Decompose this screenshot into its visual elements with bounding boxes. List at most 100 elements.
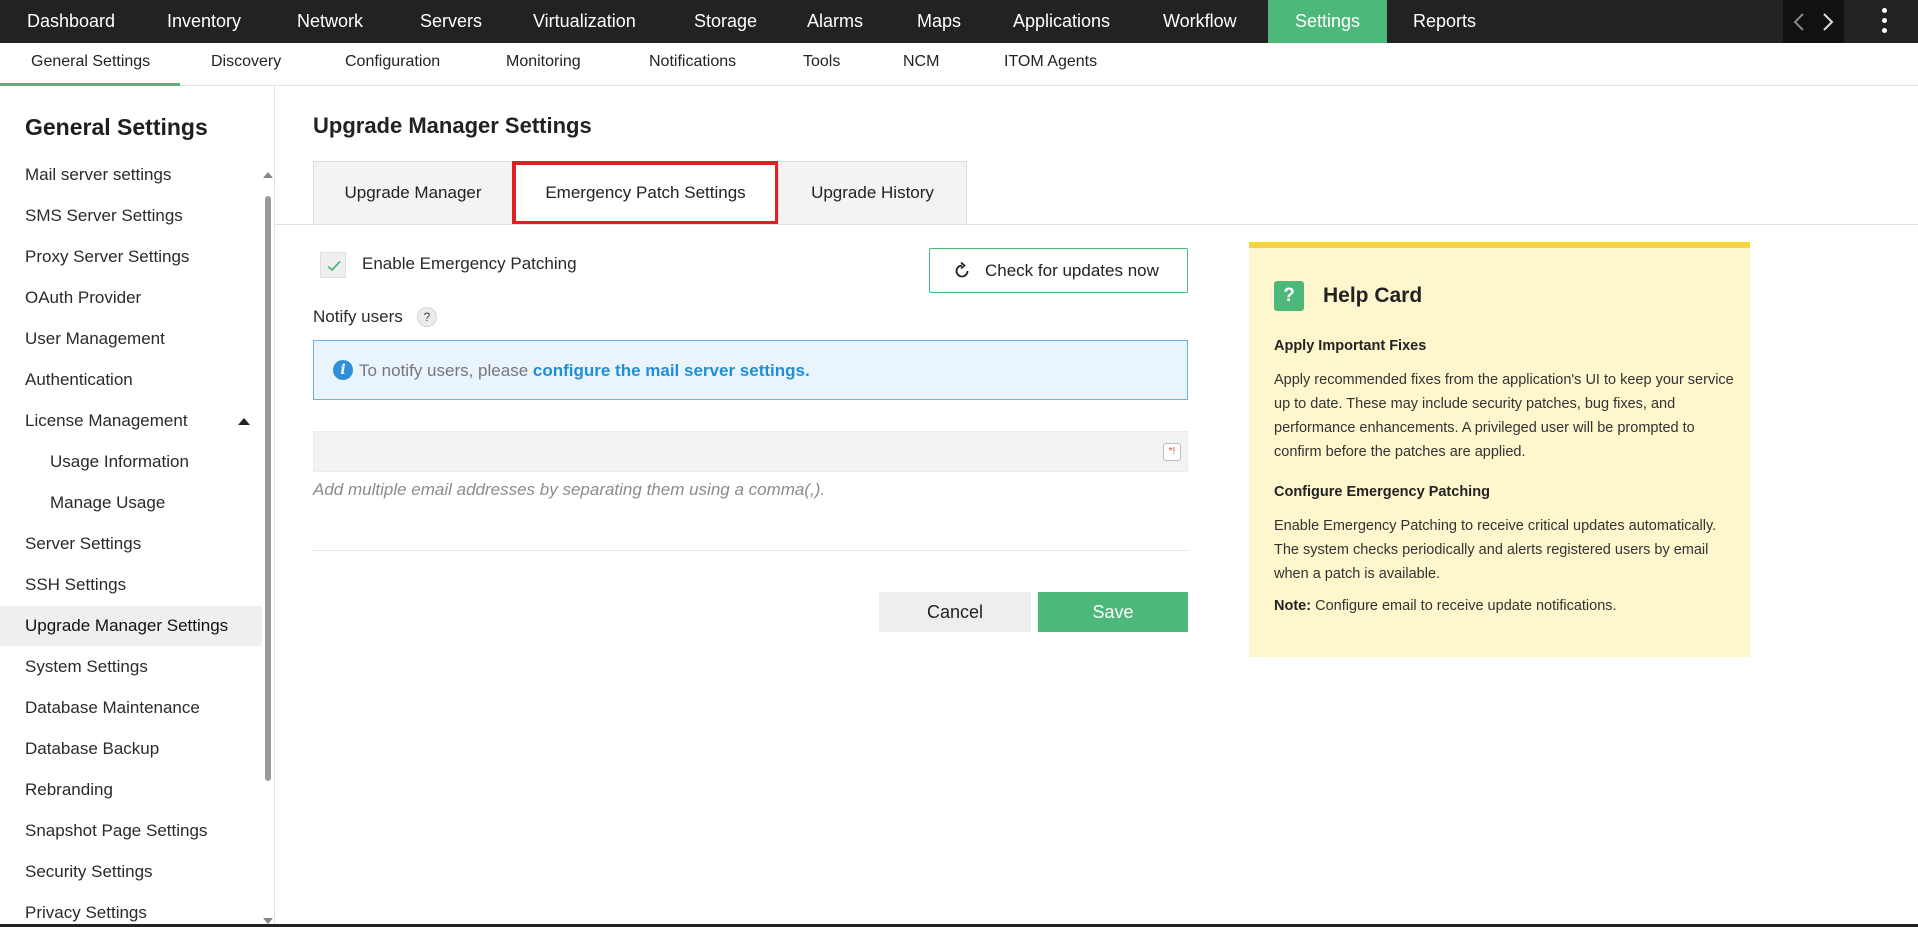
sidebar-item-oauth-provider[interactable]: OAuth Provider — [0, 278, 262, 318]
sidebar-item-label: User Management — [25, 329, 165, 348]
check-for-updates-label: Check for updates now — [985, 261, 1159, 280]
sidebar-title: General Settings — [25, 114, 208, 140]
nav-servers[interactable]: Servers — [420, 0, 482, 43]
sidebar-item-database-maintenance[interactable]: Database Maintenance — [0, 688, 262, 728]
help-card: ? Help Card Apply Important Fixes Apply … — [1249, 242, 1750, 657]
sidebar-item-user-management[interactable]: User Management — [0, 319, 262, 359]
help-card-paragraph-patching: Enable Emergency Patching to receive cri… — [1274, 518, 1717, 582]
nav-scroll-arrows — [1783, 0, 1844, 43]
sidebar-item-label: SMS Server Settings — [25, 206, 183, 225]
help-card-note: Note: Configure email to receive update … — [1274, 594, 1734, 618]
chevron-left-icon[interactable] — [1789, 11, 1811, 33]
subnav-general-settings[interactable]: General Settings — [31, 43, 150, 86]
enable-emergency-patching-checkbox[interactable] — [320, 252, 346, 278]
checkmark-icon — [327, 260, 341, 272]
subnav-discovery[interactable]: Discovery — [211, 43, 281, 86]
sidebar-item-label: Upgrade Manager Settings — [25, 616, 229, 635]
chevron-right-icon[interactable] — [1816, 11, 1838, 33]
sidebar-item-label: Usage Information — [50, 452, 189, 471]
sidebar-item-label: License Management — [25, 411, 188, 430]
page-title: Upgrade Manager Settings — [313, 113, 592, 138]
tab-emergency-patch-settings[interactable]: Emergency Patch Settings — [512, 161, 779, 225]
nav-alarms[interactable]: Alarms — [807, 0, 863, 43]
sidebar-item-authentication[interactable]: Authentication — [0, 360, 262, 400]
form-divider — [313, 550, 1189, 551]
sidebar-item-label: Manage Usage — [50, 493, 166, 512]
sidebar-item-label: Database Maintenance — [25, 698, 200, 717]
nav-applications[interactable]: Applications — [1013, 0, 1110, 43]
help-card-heading-patching: Configure Emergency Patching — [1274, 484, 1490, 500]
sidebar-item-rebranding[interactable]: Rebranding — [0, 770, 262, 810]
subnav-monitoring[interactable]: Monitoring — [506, 43, 581, 86]
tabs-divider — [275, 224, 1918, 225]
enable-emergency-patching-label[interactable]: Enable Emergency Patching — [362, 252, 577, 276]
sidebar-item-privacy-settings[interactable]: Privacy Settings — [0, 893, 262, 927]
sidebar-item-label: OAuth Provider — [25, 288, 142, 307]
check-for-updates-button[interactable]: Check for updates now — [929, 248, 1188, 293]
tab-upgrade-manager[interactable]: Upgrade Manager — [313, 161, 513, 225]
subnav-notifications[interactable]: Notifications — [649, 43, 736, 86]
email-addresses-input[interactable]: *! — [313, 431, 1188, 472]
sidebar-item-label: Rebranding — [25, 780, 113, 799]
sidebar-item-upgrade-manager-settings[interactable]: Upgrade Manager Settings — [0, 606, 262, 646]
subnav-ncm[interactable]: NCM — [903, 43, 939, 86]
sidebar-item-server-settings[interactable]: Server Settings — [0, 524, 262, 564]
nav-storage[interactable]: Storage — [694, 0, 757, 43]
question-icon: ? — [1274, 281, 1304, 311]
sidebar-item-manage-usage[interactable]: Manage Usage — [0, 483, 262, 523]
sidebar-item-database-backup[interactable]: Database Backup — [0, 729, 262, 769]
sidebar-item-sms-server[interactable]: SMS Server Settings — [0, 196, 262, 236]
sidebar-item-label: System Settings — [25, 657, 148, 676]
sidebar-item-label: Proxy Server Settings — [25, 247, 190, 266]
configure-mail-server-link[interactable]: configure the mail server settings. — [533, 361, 810, 380]
tab-upgrade-history[interactable]: Upgrade History — [778, 161, 967, 225]
info-icon: i — [333, 360, 353, 380]
sidebar-item-label: SSH Settings — [25, 575, 127, 594]
nav-workflow[interactable]: Workflow — [1163, 0, 1237, 43]
help-card-note-text: Configure email to receive update notifi… — [1311, 598, 1617, 614]
scroll-up-icon[interactable] — [263, 172, 273, 178]
sidebar-item-usage-information[interactable]: Usage Information — [0, 442, 262, 482]
nav-inventory[interactable]: Inventory — [167, 0, 241, 43]
sidebar-item-license-management[interactable]: License Management — [0, 401, 262, 441]
nav-maps[interactable]: Maps — [917, 0, 961, 43]
nav-network[interactable]: Network — [297, 0, 363, 43]
field-helper-icon[interactable]: *! — [1163, 443, 1181, 461]
nav-virtualization[interactable]: Virtualization — [533, 0, 636, 43]
info-text: To notify users, please configure the ma… — [359, 359, 810, 383]
sidebar-item-system-settings[interactable]: System Settings — [0, 647, 262, 687]
info-message: To notify users, please — [359, 361, 533, 380]
sidebar: General Settings Mail server settings SM… — [0, 86, 275, 927]
subnav-itom-agents[interactable]: ITOM Agents — [1004, 43, 1097, 86]
sidebar-item-label: Security Settings — [25, 862, 153, 881]
help-card-note-label: Note: — [1274, 598, 1312, 614]
info-banner: i To notify users, please configure the … — [313, 340, 1188, 400]
more-vertical-icon[interactable] — [1880, 8, 1890, 36]
save-button[interactable]: Save — [1038, 592, 1188, 632]
subnav-configuration[interactable]: Configuration — [345, 43, 440, 86]
sidebar-scrollbar[interactable] — [265, 196, 271, 781]
help-icon[interactable]: ? — [417, 307, 437, 327]
sidebar-item-label: Database Backup — [25, 739, 160, 758]
nav-dashboard[interactable]: Dashboard — [27, 0, 115, 43]
help-card-heading-fixes: Apply Important Fixes — [1274, 338, 1427, 354]
nav-settings[interactable]: Settings — [1268, 0, 1388, 43]
subnav-tools[interactable]: Tools — [803, 43, 840, 86]
help-card-title: Help Card — [1323, 284, 1423, 307]
sidebar-item-label: Privacy Settings — [25, 903, 147, 922]
sidebar-item-label: Snapshot Page Settings — [25, 821, 208, 840]
sidebar-item-proxy-server[interactable]: Proxy Server Settings — [0, 237, 262, 277]
cancel-button[interactable]: Cancel — [879, 592, 1031, 632]
sub-nav: General Settings Discovery Configuration… — [0, 43, 1918, 86]
refresh-icon — [955, 261, 969, 278]
top-nav: Dashboard Inventory Network Servers Virt… — [0, 0, 1918, 43]
sidebar-item-ssh-settings[interactable]: SSH Settings — [0, 565, 262, 605]
caret-up-icon[interactable] — [238, 418, 250, 425]
sidebar-item-mail-server[interactable]: Mail server settings — [0, 155, 262, 195]
nav-reports[interactable]: Reports — [1413, 0, 1476, 43]
sidebar-item-label: Authentication — [25, 370, 133, 389]
sidebar-item-security-settings[interactable]: Security Settings — [0, 852, 262, 892]
sidebar-item-snapshot-page-settings[interactable]: Snapshot Page Settings — [0, 811, 262, 851]
sidebar-item-label: Server Settings — [25, 534, 142, 553]
notify-users-label: Notify users — [313, 307, 403, 326]
